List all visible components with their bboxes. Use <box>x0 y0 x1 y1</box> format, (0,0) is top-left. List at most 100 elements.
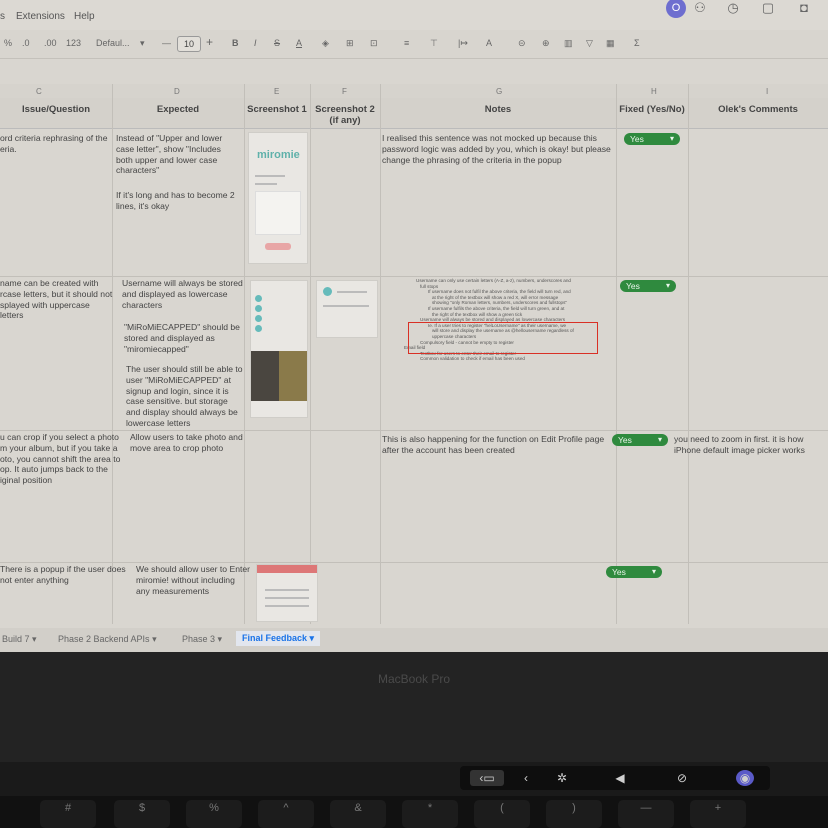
tab-phase-2-backend-apis[interactable]: Phase 2 Backend APIs ▾ <box>58 634 157 645</box>
header-screenshot-1[interactable]: Screenshot 1 <box>244 104 310 115</box>
key[interactable]: ^ <box>258 800 314 828</box>
row1-notes[interactable]: I realised this sentence was not mocked … <box>382 133 614 165</box>
collapse-icon[interactable]: ‹▭ <box>470 770 504 786</box>
row2-fixed-dropdown[interactable]: Yes <box>620 280 676 292</box>
row2-expected-example[interactable]: "MiRoMiECAPPED" should be stored and dis… <box>124 322 244 354</box>
tab-label: Final Feedback <box>242 633 308 643</box>
col-letter[interactable]: F <box>342 87 347 96</box>
header-expected[interactable]: Expected <box>112 104 244 115</box>
row2-screenshot-2-thumbnail[interactable] <box>316 280 378 338</box>
row4-issue[interactable]: There is a popup if the user does not en… <box>0 564 130 586</box>
key[interactable]: * <box>402 800 458 828</box>
tab-final-feedback[interactable]: Final Feedback ▾ <box>236 631 321 646</box>
laptop-label: MacBook Pro <box>377 672 451 686</box>
mute-icon[interactable]: ⊘ <box>674 770 690 786</box>
header-notes[interactable]: Notes <box>380 104 616 115</box>
thumb-line <box>265 597 309 599</box>
key[interactable]: % <box>186 800 242 828</box>
row3-comment[interactable]: you need to zoom in first. it is how iPh… <box>674 434 826 456</box>
share-people-icon[interactable]: ⚇ <box>692 0 708 16</box>
row4-expected[interactable]: We should allow user to Enter miromie! w… <box>136 564 250 596</box>
key[interactable]: $ <box>114 800 170 828</box>
header-comments[interactable]: Olek's Comments <box>688 104 828 115</box>
miromie-logo: miromie <box>257 149 300 161</box>
filter-views-icon[interactable]: ▦ <box>606 38 615 49</box>
row1-issue[interactable]: ord criteria rephrasing of the eria. <box>0 133 110 155</box>
tab-build-7[interactable]: Build 7 ▾ <box>2 634 37 645</box>
col-letter[interactable]: E <box>274 87 279 96</box>
col-letter[interactable]: D <box>174 87 180 96</box>
row3-expected[interactable]: Allow users to take photo and move area … <box>130 432 250 454</box>
menu-partial[interactable]: s <box>0 11 5 22</box>
comment-icon[interactable]: ▢ <box>760 0 776 16</box>
col-letter[interactable]: G <box>496 87 502 96</box>
col-letter[interactable]: I <box>766 87 768 96</box>
highlight-box <box>408 322 598 354</box>
row1-screenshot-thumbnail[interactable]: miromie <box>248 132 308 264</box>
row2-screenshot-1-thumbnail[interactable] <box>250 280 308 418</box>
percent-button[interactable]: % <box>4 38 12 48</box>
tab-label: Build 7 <box>2 634 30 644</box>
thumb-line <box>255 183 277 185</box>
col-letter[interactable]: H <box>651 87 657 96</box>
italic-button[interactable]: I <box>254 38 257 48</box>
key[interactable]: — <box>618 800 674 828</box>
avatar <box>255 295 262 302</box>
strikethrough-button[interactable]: S <box>274 38 280 48</box>
font-size-input[interactable]: 10 <box>177 36 201 52</box>
menu-extensions[interactable]: Extensions <box>16 11 65 22</box>
row4-screenshot-thumbnail[interactable] <box>256 564 318 622</box>
header-fixed[interactable]: Fixed (Yes/No) <box>616 104 688 115</box>
row2-expected[interactable]: Username will always be stored and displ… <box>122 278 244 310</box>
row3-issue[interactable]: u can crop if you select a photo m your … <box>0 432 124 486</box>
font-size-decrease[interactable]: — <box>162 38 171 48</box>
chevron-left-icon[interactable]: ‹ <box>518 770 534 786</box>
link-icon[interactable]: ⊝ <box>518 38 526 49</box>
text-color-button[interactable]: A <box>296 38 302 48</box>
decrease-decimal-button[interactable]: .0 <box>22 38 30 48</box>
history-icon[interactable]: ◷ <box>725 0 741 16</box>
row3-fixed-dropdown[interactable]: Yes <box>612 434 668 446</box>
number-format-button[interactable]: 123 <box>66 38 81 48</box>
merge-cells-icon[interactable]: ⊡ <box>370 38 378 49</box>
insert-comment-icon[interactable]: ⊕ <box>542 38 550 49</box>
increase-decimal-button[interactable]: .00 <box>44 38 57 48</box>
functions-button[interactable]: Σ <box>634 38 640 48</box>
key[interactable]: ( <box>474 800 530 828</box>
tab-phase-3[interactable]: Phase 3 ▾ <box>182 634 222 645</box>
header-issue[interactable]: Issue/Question <box>0 104 112 115</box>
filter-icon[interactable]: ▽ <box>586 38 593 49</box>
grid-line <box>0 562 828 563</box>
vertical-align-icon[interactable]: ⊤ <box>430 38 438 49</box>
row4-fixed-dropdown[interactable]: Yes <box>606 566 662 578</box>
signup-button-thumb <box>265 243 291 250</box>
header-screenshot-2[interactable]: Screenshot 2 (if any) <box>310 104 380 126</box>
key[interactable]: & <box>330 800 386 828</box>
text-wrap-icon[interactable]: |↦ <box>458 38 468 49</box>
header-row: Issue/Question Expected Screenshot 1 Scr… <box>0 98 828 129</box>
col-letter[interactable]: C <box>36 87 42 96</box>
key[interactable]: + <box>690 800 746 828</box>
font-size-increase[interactable]: + <box>206 35 213 49</box>
text-rotation-icon[interactable]: A <box>486 38 492 48</box>
row1-expected-note[interactable]: If it's long and has to become 2 lines, … <box>116 190 240 212</box>
row2-expected-detail[interactable]: The user should still be able to user "M… <box>126 364 244 429</box>
collaborator-avatar[interactable]: O <box>666 0 686 18</box>
fill-color-icon[interactable]: ◈ <box>322 38 329 49</box>
menu-help[interactable]: Help <box>74 11 95 22</box>
borders-icon[interactable]: ⊞ <box>346 38 354 49</box>
row2-issue[interactable]: name can be created with rcase letters, … <box>0 278 114 321</box>
row1-fixed-dropdown[interactable]: Yes <box>624 133 680 145</box>
video-call-icon[interactable]: ◘ <box>796 0 812 16</box>
insert-chart-icon[interactable]: ▥ <box>564 38 573 49</box>
row3-notes[interactable]: This is also happening for the function … <box>382 434 614 456</box>
volume-icon[interactable]: ◀ <box>612 770 628 786</box>
key[interactable]: ) <box>546 800 602 828</box>
key[interactable]: # <box>40 800 96 828</box>
font-select[interactable]: Defaul... <box>96 38 130 48</box>
siri-icon[interactable]: ◉ <box>736 770 754 786</box>
row1-expected[interactable]: Instead of "Upper and lower case letter"… <box>116 133 240 176</box>
brightness-icon[interactable]: ✲ <box>554 770 570 786</box>
align-left-icon[interactable]: ≡ <box>404 38 409 48</box>
bold-button[interactable]: B <box>232 38 239 48</box>
